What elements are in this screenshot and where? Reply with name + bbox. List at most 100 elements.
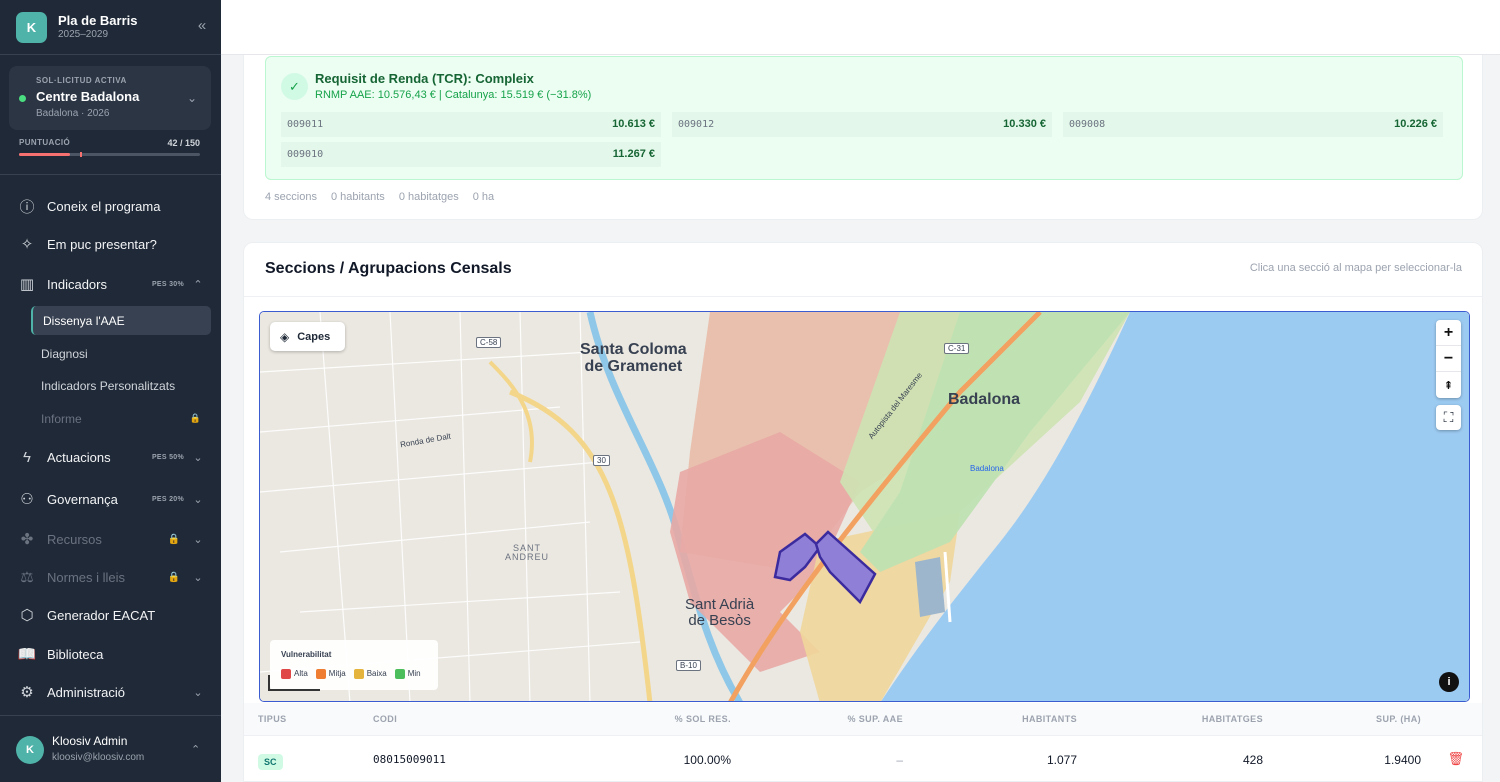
chevron-down-icon: ⌄: [193, 451, 203, 464]
legend-label: Min: [407, 669, 421, 679]
legend-item-min: Min: [394, 669, 421, 679]
map-label-sant-adria: Sant Adrià de Besòs: [685, 596, 755, 629]
nav-indicadors[interactable]: ▥ Indicadors PES 30% ⌃: [18, 269, 204, 299]
nav-administracio[interactable]: ⚙ Administració ⌄: [18, 677, 204, 707]
zoom-out-button[interactable]: −: [1436, 346, 1461, 372]
chevron-up-icon[interactable]: ⌃: [191, 743, 200, 756]
attribution-info-icon[interactable]: i: [1439, 672, 1459, 692]
nav-label: Indicadors: [47, 276, 107, 292]
sidebar-divider: [0, 174, 221, 175]
income-requirement-card: ✓ Requisit de Renda (TCR): Compleix RNMP…: [243, 55, 1483, 220]
legend-label: Mitja: [328, 669, 346, 679]
layers-icon: ◈: [280, 329, 290, 344]
stat-hectares: 0 ha: [472, 191, 495, 203]
legend-title: Vulnerabilitat: [281, 650, 332, 659]
reset-north-button[interactable]: ⇞: [1436, 372, 1461, 398]
road-badge-c31: C-31: [944, 343, 970, 354]
tcr-subtitle: RNMP AAE: 10.576,43 € | Catalunya: 15.51…: [315, 89, 592, 101]
nav-coneix-programa[interactable]: ⓘ Coneix el programa: [18, 191, 204, 221]
weight-badge: PES 50%: [151, 453, 184, 461]
users-icon: ⚇: [20, 491, 34, 508]
collapse-sidebar-icon[interactable]: «: [194, 18, 210, 34]
nav-sub-diagnosi[interactable]: Diagnosi: [31, 339, 211, 368]
col-sol-res: % SOL RES.: [674, 714, 731, 724]
table-header: TIPUS CODI % SOL RES. % SUP. AAE HABITAN…: [244, 703, 1482, 736]
user-email: kloosiv@kloosiv.com: [52, 752, 145, 763]
road-badge-b10: B-10: [676, 660, 701, 671]
chevron-down-icon: ⌄: [187, 91, 198, 105]
stat-seccions: 4 seccions: [265, 191, 317, 203]
lock-icon: 🔒: [167, 533, 180, 545]
sidebar-divider: [0, 715, 221, 716]
avatar[interactable]: K: [16, 736, 44, 764]
zoom-in-button[interactable]: +: [1436, 320, 1461, 346]
nav-label: Normes i lleis: [47, 569, 126, 585]
nav-recursos[interactable]: ✤ Recursos 🔒 ⌄: [18, 524, 204, 554]
layers-button[interactable]: ◈ Capes: [270, 322, 345, 351]
puzzle-icon: ✤: [20, 531, 34, 548]
col-sup-ha: SUP. (HA): [1376, 714, 1421, 724]
trash-icon[interactable]: 🗑: [1447, 751, 1464, 767]
nav-normes-lleis[interactable]: ⚖ Normes i lleis 🔒 ⌄: [18, 562, 204, 592]
col-sup-aae: % SUP. AAE: [847, 714, 903, 724]
score-threshold-marker: [80, 152, 82, 157]
road-badge-30: 30: [593, 455, 610, 466]
nav-label: Recursos: [47, 531, 102, 547]
stat-habitatges: 0 habitatges: [398, 191, 459, 203]
aae-stats: 4 seccions 0 habitants 0 habitatges 0 ha: [265, 191, 494, 203]
section-income: 11.267 €: [612, 148, 655, 160]
section-title: Seccions / Agrupacions Censals: [265, 260, 512, 277]
map-scale-bar: [268, 675, 320, 691]
section-code: 009011: [287, 119, 324, 130]
score-progress-fill: [19, 153, 70, 156]
section-hint: Clica una secció al mapa per seleccionar…: [1249, 262, 1462, 274]
col-tipus: TIPUS: [258, 714, 287, 724]
nav-label: Em puc presentar?: [47, 236, 157, 252]
active-request-subtitle: Badalona · 2026: [36, 108, 110, 119]
score-label: PUNTUACIÓ: [19, 138, 71, 147]
map-label-sant-andreu: SANT ANDREU: [505, 543, 550, 563]
nav-biblioteca[interactable]: 📖 Biblioteca: [18, 639, 204, 669]
col-habitatges: HABITATGES: [1201, 714, 1263, 724]
nav-actuacions[interactable]: ϟ Actuacions PES 50% ⌄: [18, 442, 204, 472]
cell-sol-res: 100.00%: [683, 753, 731, 767]
nav-sub-indicadors-personalitzats[interactable]: Indicadors Personalitzats: [31, 371, 211, 400]
table-row[interactable]: SC 08015009011 100.00% – 1.077 428 1.940…: [244, 736, 1482, 782]
nav-label: Biblioteca: [47, 646, 104, 662]
cell-sup-aae: –: [896, 753, 903, 767]
active-request-selector[interactable]: SOL·LICITUD ACTIVA Centre Badalona Badal…: [9, 66, 211, 130]
map-canvas[interactable]: [260, 312, 1470, 702]
cell-habitatges: 428: [1242, 753, 1263, 767]
chevron-down-icon: ⌄: [193, 533, 203, 546]
section-income: 10.613 €: [612, 118, 655, 130]
census-sections-card: Seccions / Agrupacions Censals Clica una…: [243, 242, 1483, 782]
tcr-section-cell: 009008 10.226 €: [1063, 112, 1443, 137]
nav-sub-dissenya-aae[interactable]: Dissenya l'AAE: [31, 306, 211, 335]
tcr-status-box: ✓ Requisit de Renda (TCR): Compleix RNMP…: [265, 56, 1463, 180]
census-map[interactable]: Santa Coloma de Gramenet Badalona Badalo…: [259, 311, 1470, 702]
sidebar-divider: [0, 54, 221, 55]
nav-governanca[interactable]: ⚇ Governança PES 20% ⌄: [18, 484, 204, 514]
tcr-section-cell: 009012 10.330 €: [672, 112, 1052, 137]
stat-habitants: 0 habitants: [330, 191, 385, 203]
section-code: 009010: [287, 149, 324, 160]
weight-badge: PES 30%: [151, 280, 184, 288]
bar-chart-icon: ▥: [19, 276, 35, 293]
road-badge-c58: C-58: [476, 337, 502, 348]
section-income: 10.226 €: [1394, 118, 1437, 130]
tcr-section-cell: 009010 11.267 €: [281, 142, 661, 167]
fullscreen-button[interactable]: ⛶: [1436, 405, 1461, 430]
active-request-title: Centre Badalona: [36, 89, 140, 104]
chevron-down-icon: ⌄: [193, 686, 203, 699]
map-label-santa-coloma: Santa Coloma de Gramenet: [580, 341, 687, 375]
legend-swatch: [353, 669, 364, 679]
zoom-controls: + − ⇞: [1436, 320, 1461, 398]
sparkles-icon: ✧: [20, 236, 34, 253]
cell-codi: 08015009011: [373, 753, 446, 766]
active-status-dot: [19, 95, 26, 102]
section-code: 009008: [1069, 119, 1106, 130]
lock-icon: 🔒: [189, 413, 201, 423]
nav-em-puc-presentar[interactable]: ✧ Em puc presentar?: [18, 229, 204, 259]
nav-label: Generador EACAT: [47, 607, 156, 623]
nav-generador-eacat[interactable]: ⬡ Generador EACAT: [18, 600, 204, 630]
